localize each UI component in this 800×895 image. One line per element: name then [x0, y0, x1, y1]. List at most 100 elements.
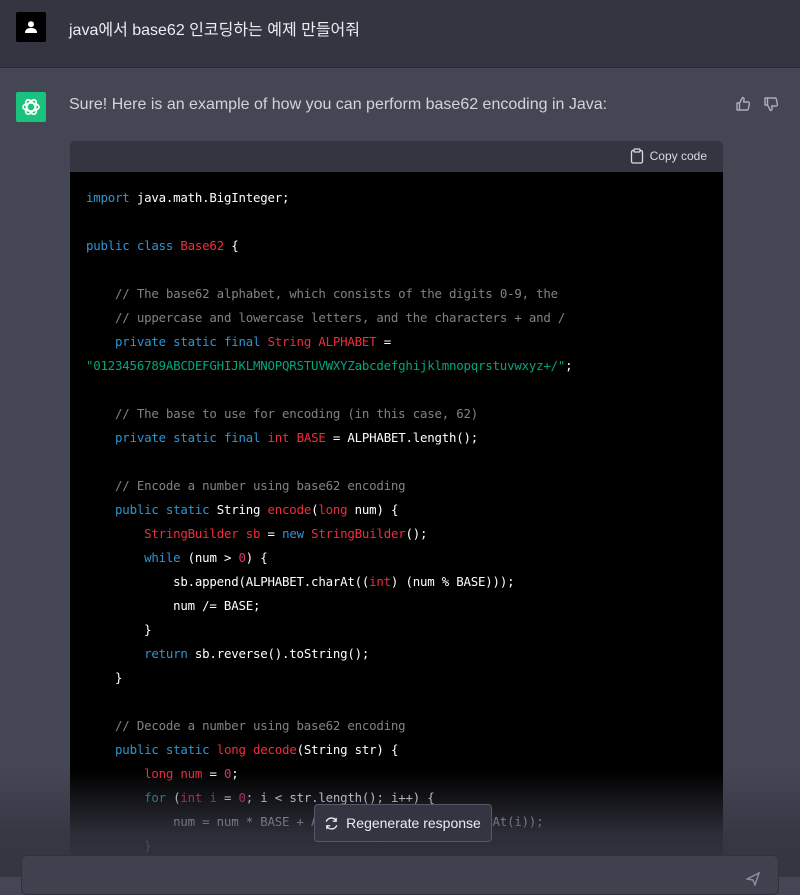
code-line: // The base to use for encoding (in this… — [86, 402, 723, 426]
code-token: sb — [245, 526, 261, 541]
code-line: num /= BASE; — [86, 594, 723, 618]
refresh-icon — [325, 816, 338, 830]
code-token: import — [86, 190, 130, 205]
code-token: = ALPHABET.length(); — [325, 430, 479, 445]
regenerate-response-button[interactable]: Regenerate response — [314, 804, 492, 842]
code-token: 0 — [238, 790, 246, 805]
code-token: (); — [405, 526, 428, 541]
code-content: import java.math.BigInteger; public class… — [70, 172, 723, 857]
assistant-avatar — [16, 92, 46, 122]
code-token: long — [216, 742, 246, 757]
code-token: public static — [115, 502, 210, 517]
code-line: "0123456789ABCDEFGHIJKLMNOPQRSTUVWXYZabc… — [86, 354, 723, 378]
code-block: Copy code import java.math.BigInteger; pu… — [70, 141, 723, 857]
code-token: (String str) { — [296, 742, 399, 757]
code-line: private static final int BASE = ALPHABET… — [86, 426, 723, 450]
user-message-row: java에서 base62 인코딩하는 예제 만들어줘 — [0, 0, 800, 68]
code-token: "0123456789ABCDEFGHIJKLMNOPQRSTUVWXYZabc… — [86, 358, 566, 373]
code-token: private static final — [115, 334, 261, 349]
code-token: = — [202, 766, 224, 781]
code-token: String — [267, 334, 312, 349]
code-token: public static — [115, 742, 210, 757]
code-token: num) { — [347, 502, 399, 517]
code-token: ) (num % BASE))); — [390, 574, 515, 589]
code-line: // uppercase and lowercase letters, and … — [86, 306, 723, 330]
code-token: public class — [86, 238, 174, 253]
code-line: } — [86, 618, 723, 642]
code-token: } — [86, 622, 152, 637]
copy-code-button[interactable]: Copy code — [630, 148, 707, 164]
code-token: StringBuilder — [311, 526, 406, 541]
code-token: // The base62 alphabet, which consists o… — [115, 286, 558, 301]
code-token: // uppercase and lowercase letters, and … — [115, 310, 566, 325]
code-token: num /= BASE; — [86, 598, 261, 613]
code-line: // Encode a number using base62 encoding — [86, 474, 723, 498]
user-message-text: java에서 base62 인코딩하는 예제 만들어줘 — [69, 22, 360, 39]
code-line: // Decode a number using base62 encoding — [86, 714, 723, 738]
clipboard-icon — [630, 148, 643, 164]
code-token: Base62 — [180, 238, 224, 253]
code-token: // Encode a number using base62 encoding — [115, 478, 406, 493]
send-icon[interactable] — [746, 872, 760, 886]
thumbs-down-icon[interactable] — [762, 95, 780, 113]
code-line: sb.append(ALPHABET.charAt((int) (num % B… — [86, 570, 723, 594]
code-token: sb.append(ALPHABET.charAt(( — [86, 574, 370, 589]
assistant-intro-text: Sure! Here is an example of how you can … — [69, 96, 608, 113]
code-token: sb.reverse().toString(); — [187, 646, 370, 661]
code-line: long num = 0; — [86, 762, 723, 786]
code-token: { — [223, 238, 239, 253]
code-line: public class Base62 { — [86, 234, 723, 258]
user-icon — [25, 21, 37, 33]
code-line: return sb.reverse().toString(); — [86, 642, 723, 666]
code-token: long — [318, 502, 348, 517]
code-token: int — [369, 574, 391, 589]
code-token: } — [86, 670, 123, 685]
code-token: for — [144, 790, 166, 805]
code-token: decode — [253, 742, 297, 757]
code-token: } — [86, 838, 152, 853]
code-token: while — [144, 550, 181, 565]
code-block-header: Copy code — [70, 141, 723, 172]
copy-code-label: Copy code — [649, 149, 707, 163]
code-token: encode — [267, 502, 312, 517]
code-line: import java.math.BigInteger; — [86, 186, 723, 210]
thumbs-up-icon[interactable] — [734, 95, 752, 113]
code-token: ; — [231, 766, 239, 781]
code-token: // Decode a number using base62 encoding — [115, 718, 406, 733]
code-token: num — [180, 766, 203, 781]
code-token: String — [209, 502, 268, 517]
code-token: new — [282, 526, 304, 541]
code-token: ; i < str.length(); i++) { — [245, 790, 435, 805]
code-token: (num > — [180, 550, 239, 565]
code-token: private static final — [115, 430, 261, 445]
code-line: // The base62 alphabet, which consists o… — [86, 282, 723, 306]
code-token: ; — [565, 358, 573, 373]
message-input[interactable] — [21, 855, 779, 895]
code-token: 0 — [238, 550, 246, 565]
code-line: while (num > 0) { — [86, 546, 723, 570]
code-line: public static long decode(String str) { — [86, 738, 723, 762]
code-token: ) { — [245, 550, 268, 565]
code-token: StringBuilder — [144, 526, 239, 541]
code-token: ALPHABET — [318, 334, 377, 349]
code-token: // The base to use for encoding (in this… — [115, 406, 479, 421]
code-line: private static final String ALPHABET = — [86, 330, 723, 354]
